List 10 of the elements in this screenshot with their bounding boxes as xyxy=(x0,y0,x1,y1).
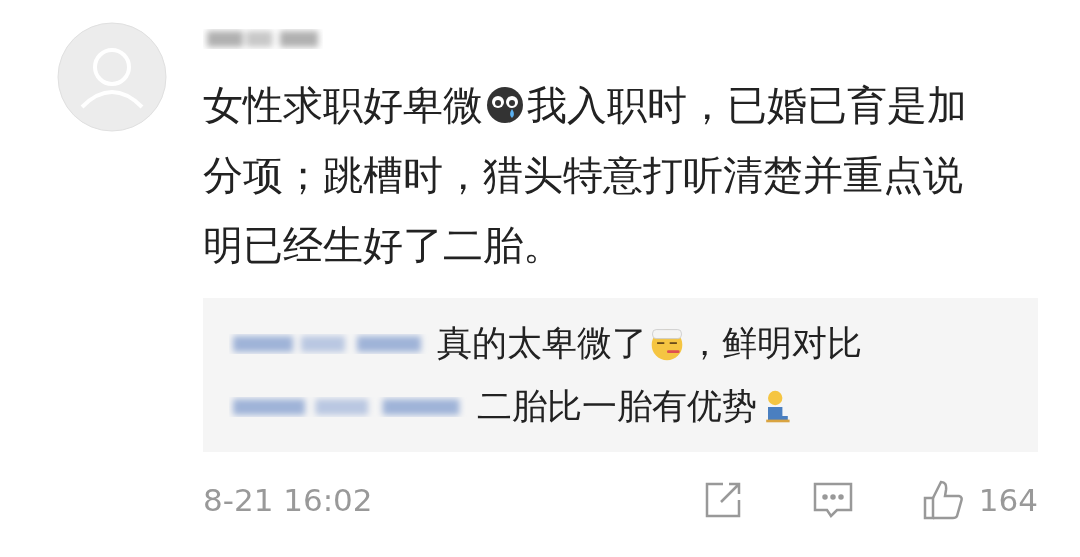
comment-text: 分项；跳槽时，猎头特意打听清楚并重点说 xyxy=(203,151,963,200)
like-count: 164 xyxy=(978,482,1038,518)
comment-time: 8-21 16:02 xyxy=(203,482,374,518)
comment-text: 女性求职好卑微 xyxy=(203,81,483,130)
comment-text: 我入职时，已婚已育是加 xyxy=(527,81,967,130)
comment-text: 明已经生好了二胎。 xyxy=(203,221,563,270)
comment-text: 真的太卑微了 xyxy=(437,322,647,365)
comment-text: ，鲜明对比 xyxy=(687,322,862,365)
comment-text: 二胎比一胎有优势 xyxy=(477,385,757,428)
crying-emoji-icon xyxy=(485,85,525,125)
